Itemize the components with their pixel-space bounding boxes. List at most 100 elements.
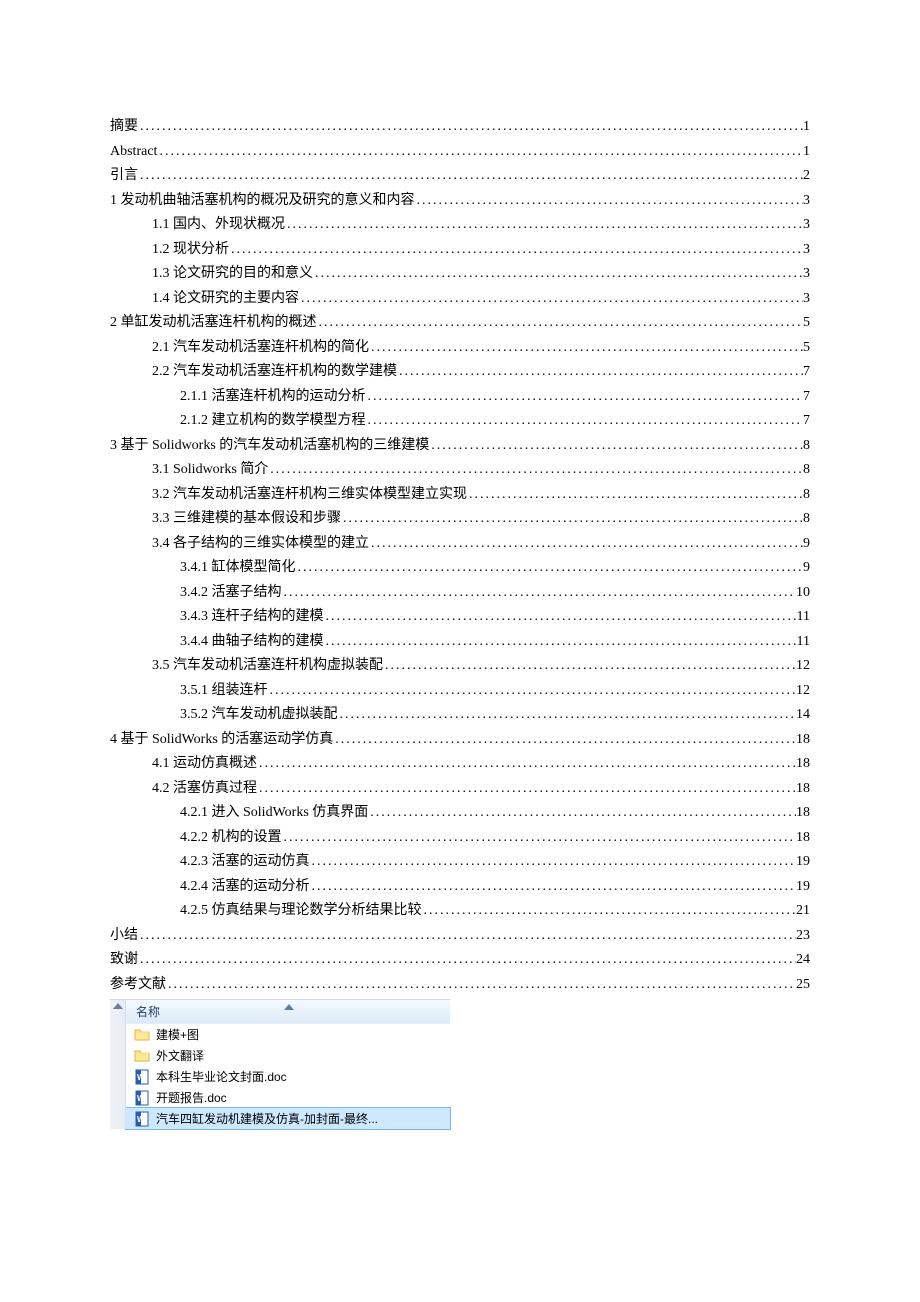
toc-entry-page: 19 bbox=[796, 875, 810, 900]
toc-entry-page: 1 bbox=[803, 115, 810, 140]
toc-entry[interactable]: 4.2.4 活塞的运动分析 19 bbox=[110, 875, 810, 900]
toc-entry[interactable]: 3.5 汽车发动机活塞连杆机构虚拟装配12 bbox=[110, 654, 810, 679]
toc-leader-dots bbox=[324, 630, 797, 655]
toc-entry[interactable]: 2.2 汽车发动机活塞连杆机构的数学建模7 bbox=[110, 360, 810, 385]
file-row[interactable]: W汽车四缸发动机建模及仿真-加封面-最终... bbox=[126, 1108, 450, 1129]
toc-entry-page: 18 bbox=[796, 826, 810, 851]
toc-entry[interactable]: 1.3 论文研究的目的和意义3 bbox=[110, 262, 810, 287]
toc-entry-page: 3 bbox=[803, 189, 810, 214]
toc-entry[interactable]: 4.2.2 机构的设置18 bbox=[110, 826, 810, 851]
toc-entry-label: 参考文献 bbox=[110, 973, 166, 998]
toc-entry-page: 9 bbox=[803, 532, 810, 557]
toc-entry-label: 3 基于 Solidworks 的汽车发动机活塞机构的三维建模 bbox=[110, 434, 429, 459]
file-row[interactable]: W 开题报告.doc bbox=[126, 1087, 450, 1108]
scroll-up-icon[interactable] bbox=[113, 1003, 123, 1009]
toc-entry[interactable]: 3 基于 Solidworks 的汽车发动机活塞机构的三维建模 8 bbox=[110, 434, 810, 459]
toc-leader-dots bbox=[383, 654, 796, 679]
sort-ascending-icon bbox=[284, 1004, 294, 1010]
toc-entry-page: 14 bbox=[796, 703, 810, 728]
toc-entry-label: 3.5.2 汽车发动机虚拟装配 bbox=[180, 703, 338, 728]
word-doc-icon: W bbox=[134, 1090, 150, 1106]
toc-entry-label: 摘要 bbox=[110, 115, 138, 140]
toc-entry[interactable]: 小结23 bbox=[110, 924, 810, 949]
toc-entry-page: 8 bbox=[803, 458, 810, 483]
toc-leader-dots bbox=[369, 532, 803, 557]
toc-entry[interactable]: 4.2.1 进入 SolidWorks 仿真界面18 bbox=[110, 801, 810, 826]
toc-entry-label: 1.2 现状分析 bbox=[152, 238, 229, 263]
toc-entry[interactable]: 4.2.3 活塞的运动仿真19 bbox=[110, 850, 810, 875]
scrollbar-track[interactable] bbox=[110, 1000, 126, 1129]
toc-entry-page: 21 bbox=[796, 899, 810, 924]
toc-entry[interactable]: 摘要 1 bbox=[110, 115, 810, 140]
toc-entry-label: 4.2 活塞仿真过程 bbox=[152, 777, 257, 802]
toc-entry-page: 2 bbox=[803, 164, 810, 189]
file-row[interactable]: W本科生毕业论文封面.doc bbox=[126, 1066, 450, 1087]
toc-entry-page: 5 bbox=[803, 336, 810, 361]
toc-leader-dots bbox=[257, 752, 796, 777]
toc-leader-dots bbox=[369, 336, 803, 361]
toc-entry[interactable]: 3.4.1 缸体模型简化9 bbox=[110, 556, 810, 581]
toc-leader-dots bbox=[415, 189, 804, 214]
toc-entry-page: 18 bbox=[796, 752, 810, 777]
toc-entry[interactable]: 1.1 国内、外现状概况3 bbox=[110, 213, 810, 238]
toc-entry-label: 3.5.1 组装连杆 bbox=[180, 679, 268, 704]
toc-entry-label: 3.4 各子结构的三维实体模型的建立 bbox=[152, 532, 369, 557]
file-row[interactable]: 建模+图 bbox=[126, 1024, 450, 1045]
toc-entry-label: 4 基于 SolidWorks 的活塞运动学仿真 bbox=[110, 728, 333, 753]
toc-leader-dots bbox=[397, 360, 803, 385]
toc-entry[interactable]: Abstract1 bbox=[110, 140, 810, 165]
toc-leader-dots bbox=[268, 679, 797, 704]
toc-entry-label: 致谢 bbox=[110, 948, 138, 973]
table-of-contents: 摘要1Abstract1引言21 发动机曲轴活塞机构的概况及研究的意义和内容31… bbox=[110, 115, 810, 997]
toc-entry[interactable]: 2.1 汽车发动机活塞连杆机构的简化5 bbox=[110, 336, 810, 361]
toc-entry-label: 2.1.1 活塞连杆机构的运动分析 bbox=[180, 385, 366, 410]
toc-entry-label: Abstract bbox=[110, 140, 157, 165]
toc-entry-page: 24 bbox=[796, 948, 810, 973]
toc-entry[interactable]: 2 单缸发动机活塞连杆机构的概述 5 bbox=[110, 311, 810, 336]
toc-entry[interactable]: 引言2 bbox=[110, 164, 810, 189]
toc-entry[interactable]: 1 发动机曲轴活塞机构的概况及研究的意义和内容 3 bbox=[110, 189, 810, 214]
toc-entry[interactable]: 2.1.2 建立机构的数学模型方程7 bbox=[110, 409, 810, 434]
toc-entry-page: 18 bbox=[796, 801, 810, 826]
toc-entry[interactable]: 3.5.1 组装连杆12 bbox=[110, 679, 810, 704]
toc-leader-dots bbox=[157, 140, 803, 165]
toc-entry-label: 4.2.4 活塞的运动分析 bbox=[180, 875, 310, 900]
toc-entry[interactable]: 3.1 Solidworks 简介8 bbox=[110, 458, 810, 483]
toc-leader-dots bbox=[310, 850, 797, 875]
toc-entry-page: 7 bbox=[803, 409, 810, 434]
toc-entry[interactable]: 3.4 各子结构的三维实体模型的建立 9 bbox=[110, 532, 810, 557]
toc-entry[interactable]: 1.2 现状分析3 bbox=[110, 238, 810, 263]
toc-entry[interactable]: 3.2 汽车发动机活塞连杆机构三维实体模型建立实现8 bbox=[110, 483, 810, 508]
toc-entry[interactable]: 3.4.4 曲轴子结构的建模11 bbox=[110, 630, 810, 655]
toc-entry[interactable]: 3.3 三维建模的基本假设和步骤8 bbox=[110, 507, 810, 532]
toc-entry-label: 1 发动机曲轴活塞机构的概况及研究的意义和内容 bbox=[110, 189, 415, 214]
svg-text:W: W bbox=[137, 1073, 145, 1082]
toc-entry[interactable]: 4.2 活塞仿真过程18 bbox=[110, 777, 810, 802]
toc-entry-label: 2 单缸发动机活塞连杆机构的概述 bbox=[110, 311, 317, 336]
toc-leader-dots bbox=[333, 728, 796, 753]
toc-entry-page: 8 bbox=[803, 434, 810, 459]
toc-entry[interactable]: 2.1.1 活塞连杆机构的运动分析7 bbox=[110, 385, 810, 410]
file-row[interactable]: 外文翻译 bbox=[126, 1045, 450, 1066]
file-name: 汽车四缸发动机建模及仿真-加封面-最终... bbox=[156, 1110, 378, 1127]
column-header[interactable]: 名称 bbox=[126, 1000, 450, 1024]
toc-entry[interactable]: 3.5.2 汽车发动机虚拟装配 14 bbox=[110, 703, 810, 728]
toc-entry-page: 8 bbox=[803, 507, 810, 532]
toc-leader-dots bbox=[138, 948, 796, 973]
toc-leader-dots bbox=[166, 973, 796, 998]
toc-entry[interactable]: 4.2.5 仿真结果与理论数学分析结果比较21 bbox=[110, 899, 810, 924]
toc-entry[interactable]: 参考文献25 bbox=[110, 973, 810, 998]
toc-leader-dots bbox=[296, 556, 804, 581]
toc-leader-dots bbox=[268, 458, 803, 483]
toc-entry[interactable]: 4 基于 SolidWorks 的活塞运动学仿真18 bbox=[110, 728, 810, 753]
toc-entry[interactable]: 致谢 24 bbox=[110, 948, 810, 973]
toc-entry[interactable]: 3.4.2 活塞子结构10 bbox=[110, 581, 810, 606]
toc-entry-page: 5 bbox=[803, 311, 810, 336]
toc-entry[interactable]: 3.4.3 连杆子结构的建模11 bbox=[110, 605, 810, 630]
file-list: 建模+图外文翻译W本科生毕业论文封面.docW开题报告.docW汽车四缸发动机建… bbox=[126, 1024, 450, 1129]
file-name: 开题报告.doc bbox=[156, 1089, 227, 1106]
toc-entry[interactable]: 1.4 论文研究的主要内容3 bbox=[110, 287, 810, 312]
toc-leader-dots bbox=[282, 581, 797, 606]
toc-leader-dots bbox=[338, 703, 797, 728]
toc-entry[interactable]: 4.1 运动仿真概述18 bbox=[110, 752, 810, 777]
